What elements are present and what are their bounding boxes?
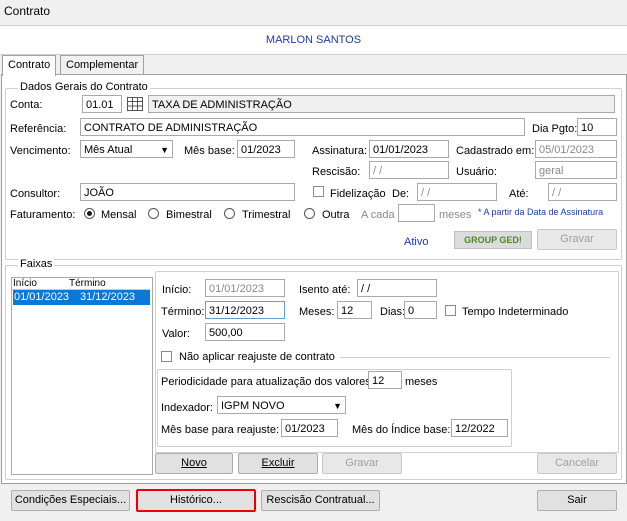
ate-input[interactable]: / /: [548, 183, 617, 201]
conta-input[interactable]: 01.01: [82, 95, 122, 113]
termino-input[interactable]: 31/12/2023: [205, 301, 285, 319]
status-text: Ativo: [404, 236, 429, 248]
termino-label: Término:: [161, 306, 205, 318]
mes-base-reajuste-label: Mês base para reajuste:: [161, 424, 280, 436]
assinatura-note: * A partir da Data de Assinatura: [478, 207, 604, 217]
faturamento-label: Faturamento:: [10, 209, 76, 221]
sair-button[interactable]: Sair: [537, 490, 617, 511]
indexador-value: IGPM NOVO: [221, 400, 285, 412]
faturamento-bimestral-label: Bimestral: [166, 209, 212, 221]
inicio-input[interactable]: 01/01/2023: [205, 279, 285, 297]
indexador-select[interactable]: IGPM NOVO ▼: [217, 396, 346, 414]
chevron-down-icon: ▼: [160, 145, 169, 155]
periodicidade-unit: meses: [405, 376, 438, 388]
fidelizacao-label: Fidelização: [330, 188, 386, 200]
faturamento-bimestral-radio[interactable]: [148, 208, 159, 219]
excluir-label: Excluir: [261, 457, 295, 469]
a-cada-input[interactable]: [398, 204, 435, 222]
vencimento-label: Vencimento:: [10, 145, 71, 157]
consultor-input[interactable]: JOÃO: [80, 183, 295, 201]
nao-aplicar-reajuste-label: Não aplicar reajuste de contrato: [179, 351, 335, 363]
list-item[interactable]: 01/01/2023 31/12/2023: [13, 290, 150, 305]
de-label: De:: [392, 188, 410, 200]
vencimento-value: Mês Atual: [84, 144, 133, 156]
tempo-indeterminado-label: Tempo Indeterminado: [462, 306, 569, 318]
row-termino: 31/12/2023: [80, 291, 136, 303]
dia-pgto-input[interactable]: 10: [577, 118, 617, 136]
historico-button[interactable]: Histórico...: [136, 489, 256, 512]
periodicidade-input[interactable]: 12: [368, 371, 402, 389]
condicoes-especiais-button[interactable]: Condições Especiais...: [11, 490, 130, 511]
cadastrado-label: Cadastrado em:: [456, 145, 535, 157]
consultor-label: Consultor:: [10, 188, 61, 200]
dias-input[interactable]: 0: [404, 301, 437, 319]
window-title: Contrato: [4, 4, 51, 18]
periodicidade-label: Periodicidade para atualização dos valor…: [161, 376, 374, 388]
conta-label: Conta:: [10, 99, 43, 111]
de-input[interactable]: / /: [417, 183, 497, 201]
dados-gerais-title: Dados Gerais do Contrato: [18, 81, 150, 93]
excluir-button[interactable]: Excluir: [238, 453, 318, 474]
faturamento-outra-label: Outra: [322, 209, 350, 221]
nao-aplicar-reajuste-checkbox[interactable]: [161, 351, 172, 362]
header-bar: MARLON SANTOS: [0, 25, 627, 55]
mes-base-label: Mês base:: [184, 145, 235, 157]
mes-indice-input[interactable]: 12/2022: [451, 419, 508, 437]
ate-label: Até:: [509, 188, 529, 200]
novo-button[interactable]: Novo: [155, 453, 233, 474]
rescisao-label: Rescisão:: [312, 166, 361, 178]
valor-input[interactable]: 500,00: [205, 323, 285, 341]
isento-label: Isento até:: [299, 284, 351, 296]
chevron-down-icon: ▼: [333, 401, 342, 411]
customer-name: MARLON SANTOS: [265, 34, 362, 46]
rescisao-input[interactable]: / /: [369, 161, 449, 179]
mes-base-input[interactable]: 01/2023: [237, 140, 295, 158]
vencimento-select[interactable]: Mês Atual ▼: [80, 140, 173, 158]
meses-label-faixa: Meses:: [299, 306, 335, 318]
cancelar-button[interactable]: Cancelar: [537, 453, 617, 474]
faturamento-mensal-label: Mensal: [101, 209, 137, 221]
table-icon[interactable]: [127, 97, 143, 111]
faixas-list[interactable]: Início Término 01/01/2023 31/12/2023: [11, 277, 153, 475]
fidelizacao-checkbox[interactable]: [313, 186, 324, 197]
meses-label: meses: [439, 209, 472, 221]
valor-label: Valor:: [162, 328, 190, 340]
usuario-label: Usuário:: [456, 166, 497, 178]
a-cada-label: A cada: [361, 209, 395, 221]
cadastrado-input: 05/01/2023: [535, 140, 617, 158]
isento-input[interactable]: / /: [357, 279, 437, 297]
column-termino[interactable]: Término: [69, 278, 106, 289]
column-inicio[interactable]: Início: [13, 278, 37, 289]
group-ged-logo: GROUP GED!: [454, 231, 532, 249]
novo-label: Novo: [181, 457, 207, 469]
faturamento-trimestral-radio[interactable]: [224, 208, 235, 219]
indexador-label: Indexador:: [161, 402, 213, 414]
divider: [340, 357, 610, 358]
rescisao-contratual-button[interactable]: Rescisão Contratual...: [261, 490, 380, 511]
mes-base-reajuste-input[interactable]: 01/2023: [281, 419, 338, 437]
inicio-label: Início:: [162, 284, 192, 296]
mes-indice-label: Mês do Índice base:: [352, 424, 451, 436]
tab-complementar[interactable]: Complementar: [60, 55, 145, 75]
assinatura-input[interactable]: 01/01/2023: [369, 140, 449, 158]
gravar-faixa-button[interactable]: Gravar: [322, 453, 402, 474]
tab-contrato[interactable]: Contrato: [2, 55, 57, 76]
faixas-title: Faixas: [18, 258, 55, 270]
usuario-input: geral: [535, 161, 617, 179]
referencia-input[interactable]: CONTRATO DE ADMINISTRAÇÃO: [80, 118, 525, 136]
meses-input[interactable]: 12: [337, 301, 372, 319]
conta-description: TAXA DE ADMINISTRAÇÃO: [148, 95, 615, 113]
faturamento-trimestral-label: Trimestral: [242, 209, 291, 221]
row-inicio: 01/01/2023: [14, 291, 70, 303]
gravar-contrato-button[interactable]: Gravar: [537, 229, 617, 250]
faturamento-mensal-radio[interactable]: [84, 208, 95, 219]
faturamento-outra-radio[interactable]: [304, 208, 315, 219]
dia-pgto-label: Dia Pgto:: [532, 123, 578, 135]
referencia-label: Referência:: [10, 123, 67, 135]
tempo-indeterminado-checkbox[interactable]: [445, 305, 456, 316]
faixas-list-header: Início Término: [12, 278, 150, 290]
assinatura-label: Assinatura:: [312, 145, 368, 157]
dias-label: Dias:: [380, 306, 406, 318]
